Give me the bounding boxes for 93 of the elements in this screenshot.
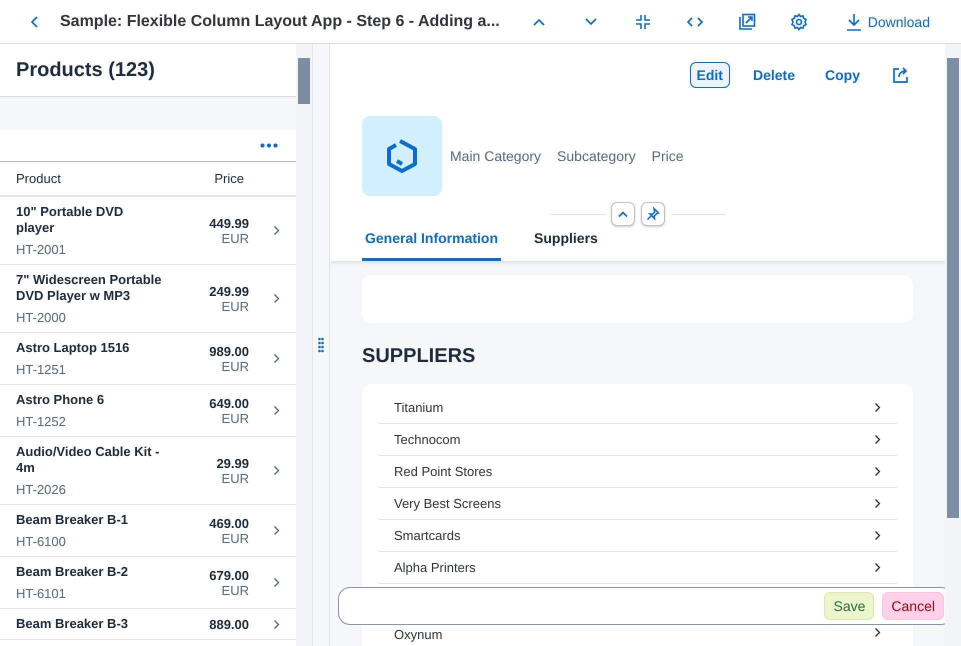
price-value: 469.00: [209, 516, 249, 530]
action-button[interactable]: Copy: [818, 62, 867, 88]
supplier-name: Alpha Printers: [394, 560, 476, 575]
overflow-dots-icon: [260, 143, 278, 148]
chevron-right-icon: [273, 405, 280, 416]
supplier-name: Smartcards: [394, 528, 460, 543]
currency: EUR: [222, 230, 249, 246]
product-icon: [385, 137, 419, 175]
settings-icon: [790, 12, 808, 30]
supplier-name: Very Best Screens: [394, 496, 501, 511]
product-name: Astro Laptop 1516: [16, 340, 130, 356]
download-button[interactable]: Download: [846, 12, 930, 30]
product-id: HT-2001: [16, 242, 67, 257]
currency: EUR: [222, 530, 249, 546]
chevron-right-icon: [874, 434, 881, 445]
supplier-item[interactable]: Very Best Screens: [378, 488, 897, 520]
share-icon: [891, 66, 909, 84]
footer-button[interactable]: Cancel: [882, 592, 944, 620]
product-name: 7" Widescreen Portable DVD Player w MP3: [16, 272, 162, 304]
chevron-right-icon: [273, 577, 280, 588]
supplier-item[interactable]: Oxynum: [378, 627, 897, 642]
supplier-item[interactable]: Smartcards: [378, 520, 897, 552]
product-row[interactable]: Beam Breaker B-3 889.00: [0, 609, 296, 640]
price-value: 649.00: [209, 396, 249, 410]
supplier-name: Titanium: [394, 400, 444, 415]
chevron-right-icon: [273, 525, 280, 536]
price-value: 889.00: [209, 616, 249, 632]
supplier-name: Red Point Stores: [394, 464, 492, 479]
chevron-right-icon: [874, 627, 881, 638]
supplier-item[interactable]: Red Point Stores: [378, 456, 897, 488]
supplier-name: Technocom: [394, 432, 460, 447]
chevron-right-icon: [273, 465, 280, 476]
chevron-right-icon: [874, 498, 881, 509]
product-name: Beam Breaker B-1: [16, 512, 130, 528]
chevron-right-icon: [874, 562, 881, 573]
column-header: Price: [214, 171, 244, 186]
app-title: Sample: Flexible Column Layout App - Step 6 - Adding a...: [60, 12, 500, 30]
chevron-up-icon: [532, 16, 546, 26]
product-id: HT-1252: [16, 414, 67, 429]
price-value: 249.99: [209, 284, 249, 298]
supplier-item[interactable]: Titanium: [378, 392, 897, 424]
product-id: HT-6101: [16, 586, 67, 601]
product-name: Astro Phone 6: [16, 392, 106, 408]
chevron-right-icon: [273, 618, 280, 630]
chevron-right-icon: [874, 402, 881, 413]
chevron-right-icon: [874, 530, 881, 541]
download-icon: [846, 12, 862, 30]
currency: EUR: [222, 358, 249, 374]
chevron-right-icon: [273, 225, 280, 236]
collapse-header-button[interactable]: [610, 202, 634, 226]
chevron-right-icon: [273, 293, 280, 304]
footer-button[interactable]: Save: [824, 592, 874, 620]
chevron-right-icon: [273, 353, 280, 364]
chevron-down-icon: [584, 16, 598, 26]
product-id: HT-6100: [16, 534, 67, 549]
currency: EUR: [222, 410, 249, 426]
column-header: Product: [16, 171, 61, 186]
product-id: HT-2000: [16, 310, 67, 325]
header-attribute: Main Category: [450, 148, 542, 164]
action-button[interactable]: Edit: [690, 62, 730, 88]
currency: EUR: [222, 298, 249, 314]
supplier-name: Oxynum: [394, 627, 442, 642]
currency: EUR: [222, 582, 249, 598]
header-attribute: Subcategory: [557, 148, 636, 164]
product-id: HT-2026: [16, 482, 67, 497]
section-tab[interactable]: General Information: [362, 226, 502, 261]
back-icon: [30, 14, 40, 28]
supplier-item[interactable]: Alpha Printers: [378, 552, 897, 584]
chevron-right-icon: [874, 466, 881, 477]
currency: EUR: [222, 470, 249, 486]
product-name: Audio/Video Cable Kit - 4m: [16, 444, 160, 476]
section-tab[interactable]: Suppliers: [531, 226, 601, 261]
header-attribute: Price: [652, 148, 684, 164]
pin-header-button[interactable]: [640, 202, 664, 226]
supplier-item[interactable]: Technocom: [378, 424, 897, 456]
pin-icon: [646, 207, 660, 221]
price-value: 29.99: [216, 456, 249, 470]
product-id: HT-1251: [16, 362, 67, 377]
section-title: SUPPLIERS: [362, 345, 476, 368]
product-name: 10" Portable DVD player: [16, 204, 124, 236]
product-name: Beam Breaker B-2: [16, 564, 130, 580]
price-value: 449.99: [209, 216, 249, 230]
price-value: 989.00: [209, 344, 249, 358]
chevron-up-icon: [616, 210, 628, 218]
collapse-arrows-icon: [634, 12, 652, 30]
action-button[interactable]: Delete: [746, 62, 802, 88]
price-value: 679.00: [209, 568, 249, 582]
external-window-icon: [738, 12, 756, 30]
code-icon: [686, 16, 704, 28]
grip-icon: [318, 337, 324, 353]
list-title: Products (123): [16, 58, 155, 82]
product-name: Beam Breaker B-3: [16, 616, 130, 632]
scrollbar[interactable]: [296, 44, 312, 646]
